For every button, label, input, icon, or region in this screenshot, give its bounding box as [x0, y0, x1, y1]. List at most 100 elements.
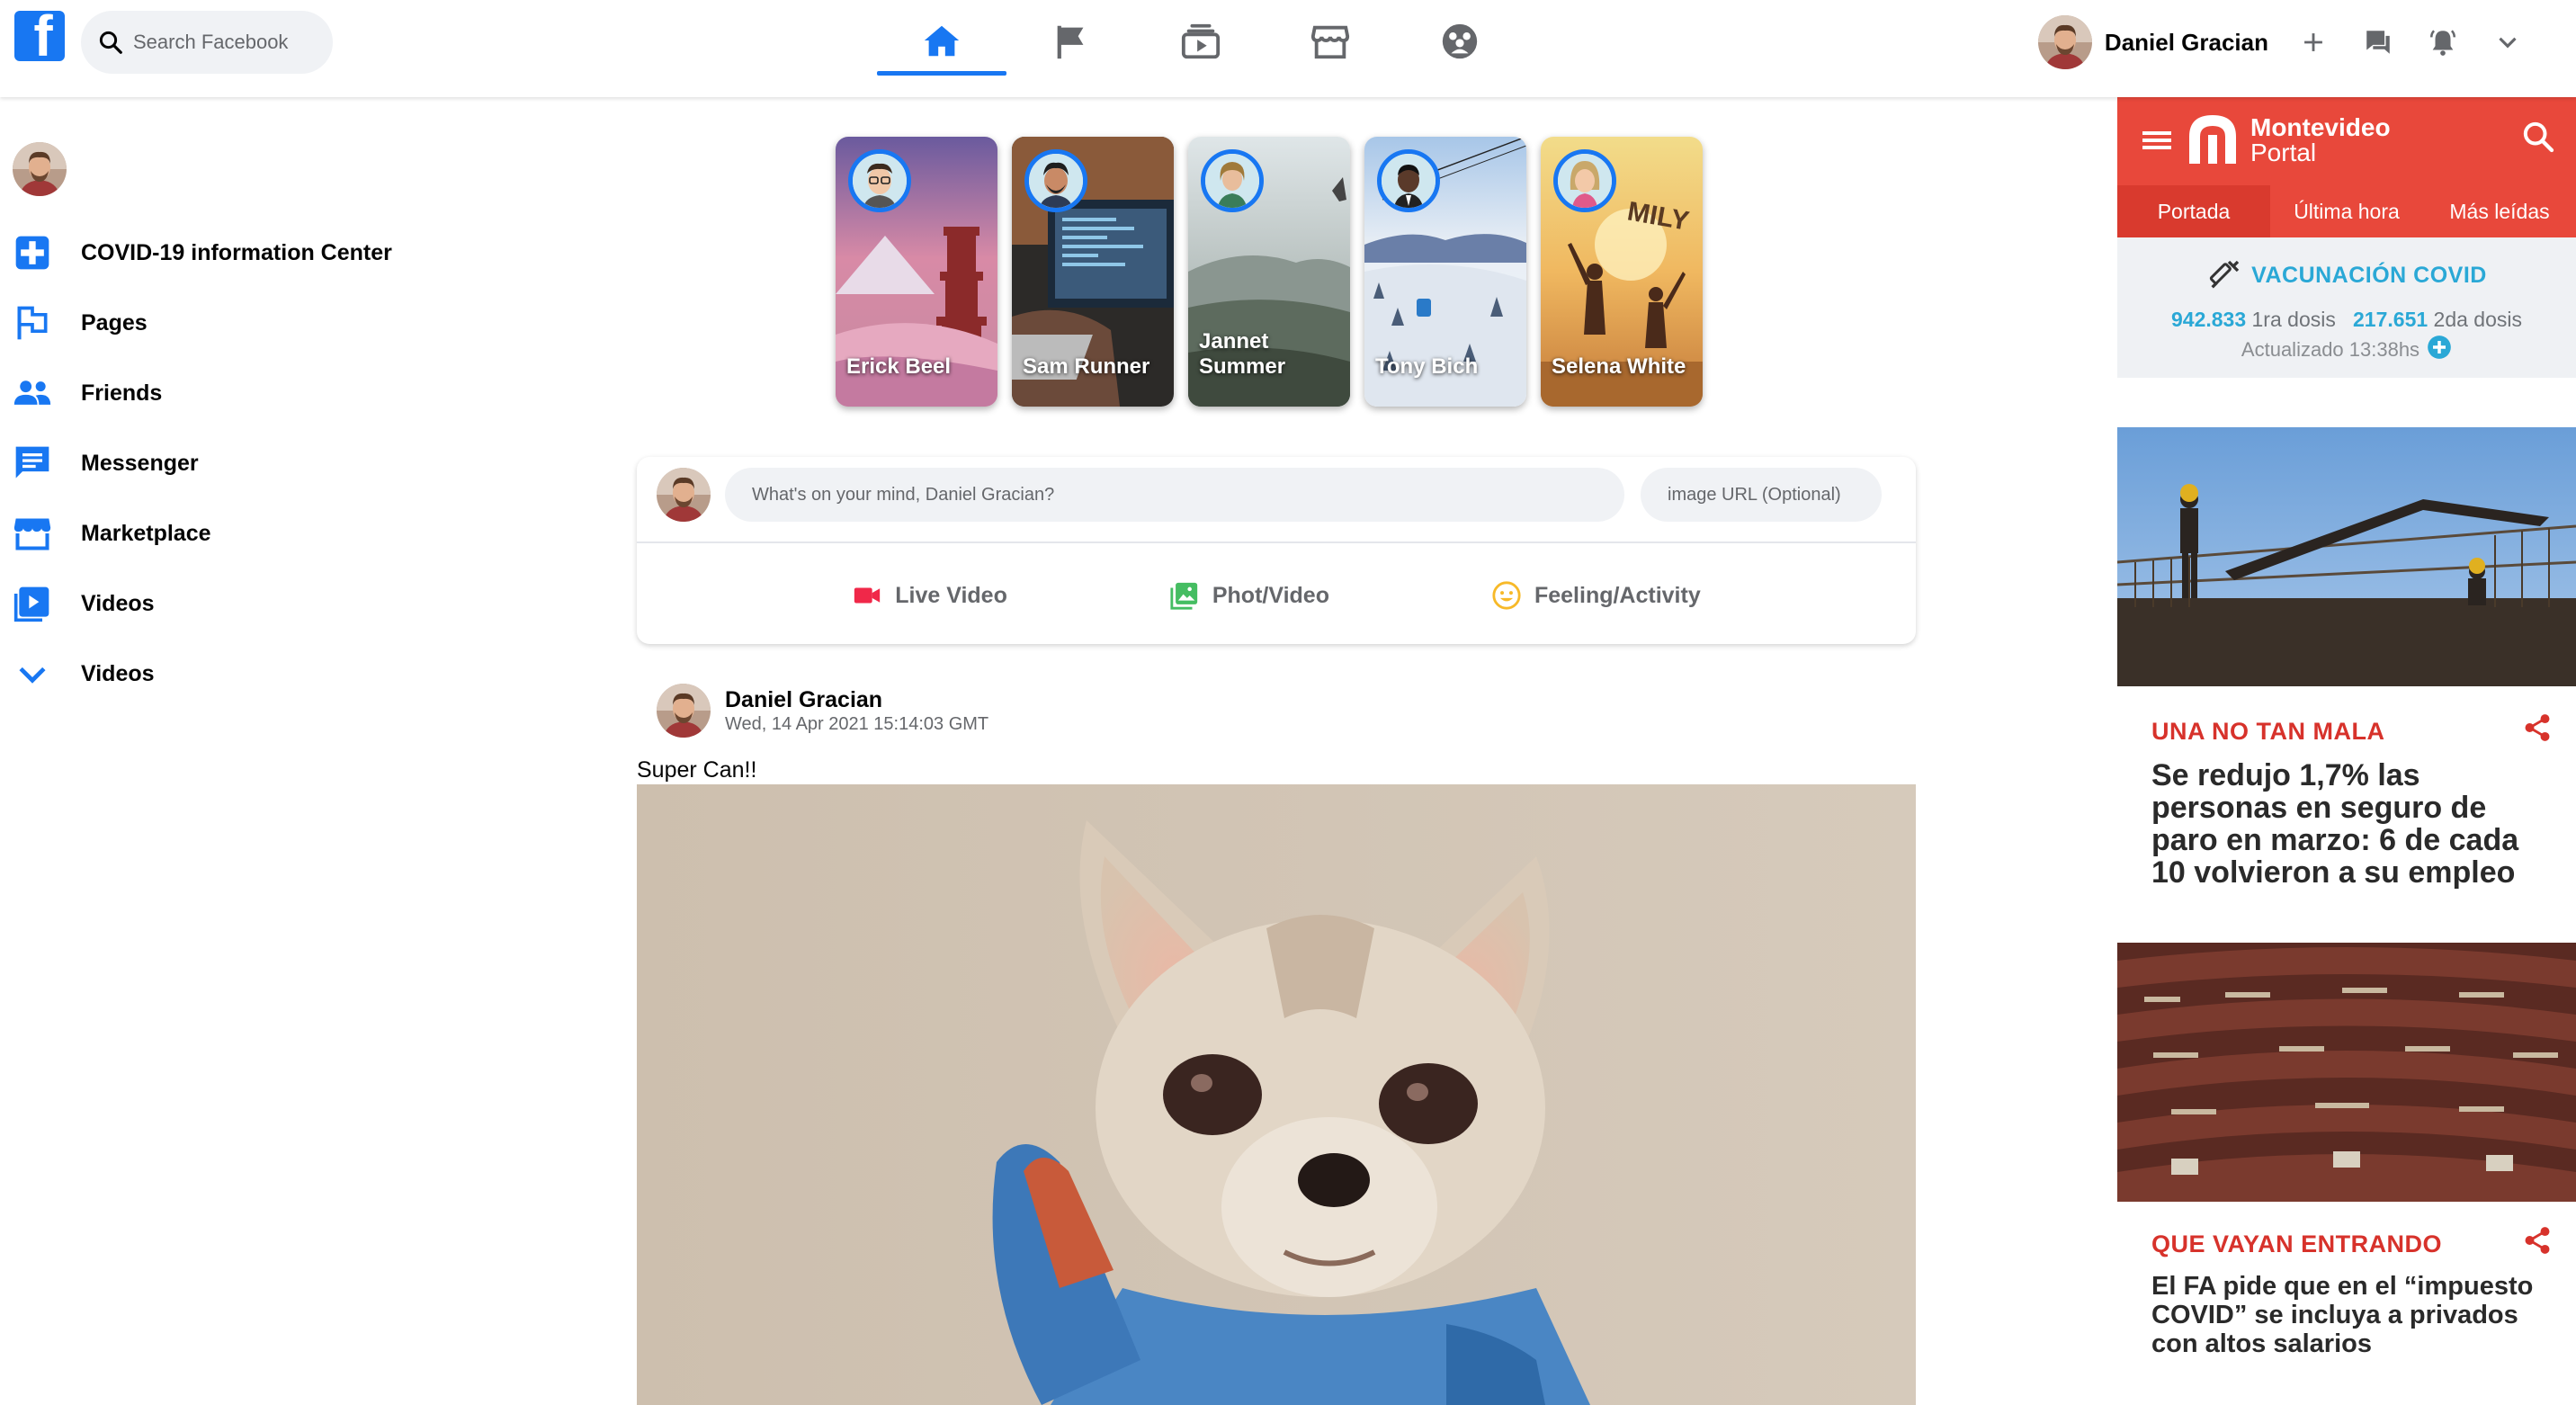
sidebar-menu: COVID-19 information Center Pages Friend…: [0, 218, 468, 709]
live-video-button[interactable]: Live Video: [834, 547, 1025, 644]
post-author-avatar[interactable]: [657, 684, 711, 738]
sidebar-item-covid[interactable]: COVID-19 information Center: [0, 218, 468, 288]
messenger-button[interactable]: [2346, 14, 2411, 70]
portal-subtitle: Portal: [2250, 139, 2317, 166]
nav-marketplace[interactable]: [1266, 0, 1395, 83]
sidebar-item-label: Pages: [81, 309, 148, 336]
sidebar-item-label: Messenger: [81, 450, 199, 476]
news-image[interactable]: [2117, 427, 2576, 686]
vaccination-title: VACUNACIÓN COVID: [2251, 262, 2487, 288]
story-avatar: [1553, 149, 1616, 212]
first-dose-label: 1ra dosis: [2251, 308, 2336, 331]
post-author-name[interactable]: Daniel Gracian: [725, 687, 882, 713]
create-button[interactable]: [2281, 14, 2346, 70]
search-icon[interactable]: [2520, 119, 2556, 155]
status-input[interactable]: [725, 468, 1624, 522]
post-timestamp: Wed, 14 Apr 2021 15:14:03 GMT: [725, 714, 989, 734]
story-avatar: [1024, 149, 1087, 212]
avatar: [2038, 15, 2092, 69]
profile-chip[interactable]: Daniel Gracian: [2038, 15, 2268, 69]
search-input[interactable]: [133, 31, 313, 54]
updated-time: Actualizado 13:38hs: [2241, 338, 2420, 361]
sidebar-item-pages[interactable]: Pages: [0, 288, 468, 358]
story-name: Sam Runner: [1023, 354, 1150, 379]
vaccination-heading: VACUNACIÓN COVID: [2117, 257, 2576, 293]
search-icon: [99, 31, 122, 54]
top-bar: f Daniel Gracian: [0, 0, 2576, 97]
nav-watch[interactable]: [1136, 0, 1266, 83]
covid-plus-icon: [15, 236, 49, 270]
portal-logo-icon[interactable]: [2184, 110, 2241, 167]
feed-post: Daniel Gracian Wed, 14 Apr 2021 15:14:03…: [637, 675, 1916, 1405]
story-card[interactable]: Jannet Summer: [1188, 137, 1350, 407]
story-card[interactable]: Sam Runner: [1012, 137, 1174, 407]
logo-letter: f: [33, 11, 53, 61]
marketplace-icon: [1310, 25, 1350, 59]
portal-tabs: Portada Última hora Más leídas: [2117, 185, 2576, 237]
story-name: Selena White: [1552, 354, 1686, 379]
photo-video-button[interactable]: Phot/Video: [1151, 547, 1347, 644]
montevideo-portal-widget: Montevideo Portal Portada Última hora Má…: [2117, 97, 2576, 1405]
marketplace-icon: [13, 518, 51, 550]
sidebar-item-label: Videos: [81, 660, 155, 686]
share-icon[interactable]: [2522, 1225, 2553, 1256]
facebook-logo[interactable]: f: [14, 11, 65, 61]
nav-home[interactable]: [877, 0, 1006, 83]
story-avatar: [1201, 149, 1264, 212]
groups-icon: [1442, 23, 1478, 59]
sidebar-item-videos[interactable]: Videos: [0, 568, 468, 639]
hamburger-menu-icon[interactable]: [2142, 128, 2171, 153]
sidebar-item-marketplace[interactable]: Marketplace: [0, 498, 468, 568]
story-card[interactable]: Erick Beel: [836, 137, 997, 407]
tab-portada[interactable]: Portada: [2117, 185, 2270, 237]
main-nav: [877, 0, 1525, 97]
chat-icon: [2366, 31, 2390, 54]
tab-mas-leidas[interactable]: Más leídas: [2423, 185, 2576, 237]
header-account-area: Daniel Gracian: [2038, 14, 2540, 70]
sidebar-item-messenger[interactable]: Messenger: [0, 428, 468, 498]
sidebar-item-label: Friends: [81, 380, 163, 406]
video-icon: [13, 586, 49, 622]
nav-pages[interactable]: [1006, 0, 1136, 83]
news-image[interactable]: [2117, 943, 2576, 1202]
divider: [637, 541, 1916, 543]
tab-ultima-hora[interactable]: Última hora: [2270, 185, 2423, 237]
story-avatar: [848, 149, 911, 212]
stories-row: Erick Beel Sam Runner Jannet Summer Tony…: [836, 137, 1703, 407]
home-icon: [924, 25, 960, 57]
notifications-button[interactable]: [2411, 14, 2475, 70]
sidebar-item-label: Videos: [81, 590, 155, 616]
news-headline[interactable]: El FA pide que en el “impuesto COVID” se…: [2151, 1272, 2547, 1358]
vaccination-box[interactable]: VACUNACIÓN COVID 942.833 1ra dosis 217.6…: [2117, 237, 2576, 378]
sidebar-item-label: COVID-19 information Center: [81, 239, 392, 265]
chevron-down-icon: [2499, 37, 2517, 49]
post-image[interactable]: [637, 784, 1916, 1405]
composer-actions: Live Video Phot/Video Feeling/Activity: [637, 547, 1916, 644]
chevron-down-icon: [19, 667, 46, 684]
search-box[interactable]: [81, 11, 333, 74]
sidebar-avatar[interactable]: [13, 142, 67, 196]
story-avatar: [1377, 149, 1440, 212]
news-headline[interactable]: Se redujo 1,7% las personas en seguro de…: [2151, 759, 2547, 889]
second-dose-count: 217.651: [2353, 308, 2428, 331]
image-url-input[interactable]: [1641, 468, 1882, 522]
sidebar-item-friends[interactable]: Friends: [0, 358, 468, 428]
plus-icon: [2304, 33, 2322, 51]
syringe-icon: [2210, 260, 2240, 289]
account-menu-button[interactable]: [2475, 14, 2540, 70]
friends-icon: [13, 380, 51, 405]
feeling-activity-button[interactable]: Feeling/Activity: [1473, 547, 1719, 644]
nav-groups[interactable]: [1395, 0, 1525, 83]
post-composer: Live Video Phot/Video Feeling/Activity: [637, 457, 1916, 644]
pages-flag-icon: [1057, 25, 1084, 59]
story-name: Tony Bich: [1375, 354, 1479, 379]
sidebar-item-see-more[interactable]: Videos: [0, 639, 468, 709]
vaccination-stats: 942.833 1ra dosis 217.651 2da dosis: [2117, 308, 2576, 332]
news-category-tag: QUE VAYAN ENTRANDO: [2151, 1230, 2443, 1257]
story-card[interactable]: Tony Bich: [1364, 137, 1526, 407]
plus-circle-icon[interactable]: [2427, 335, 2452, 360]
share-icon[interactable]: [2522, 712, 2553, 743]
story-card[interactable]: MILY Selena White: [1541, 137, 1703, 407]
profile-name: Daniel Gracian: [2104, 28, 2268, 56]
post-text: Super Can!!: [637, 757, 757, 783]
